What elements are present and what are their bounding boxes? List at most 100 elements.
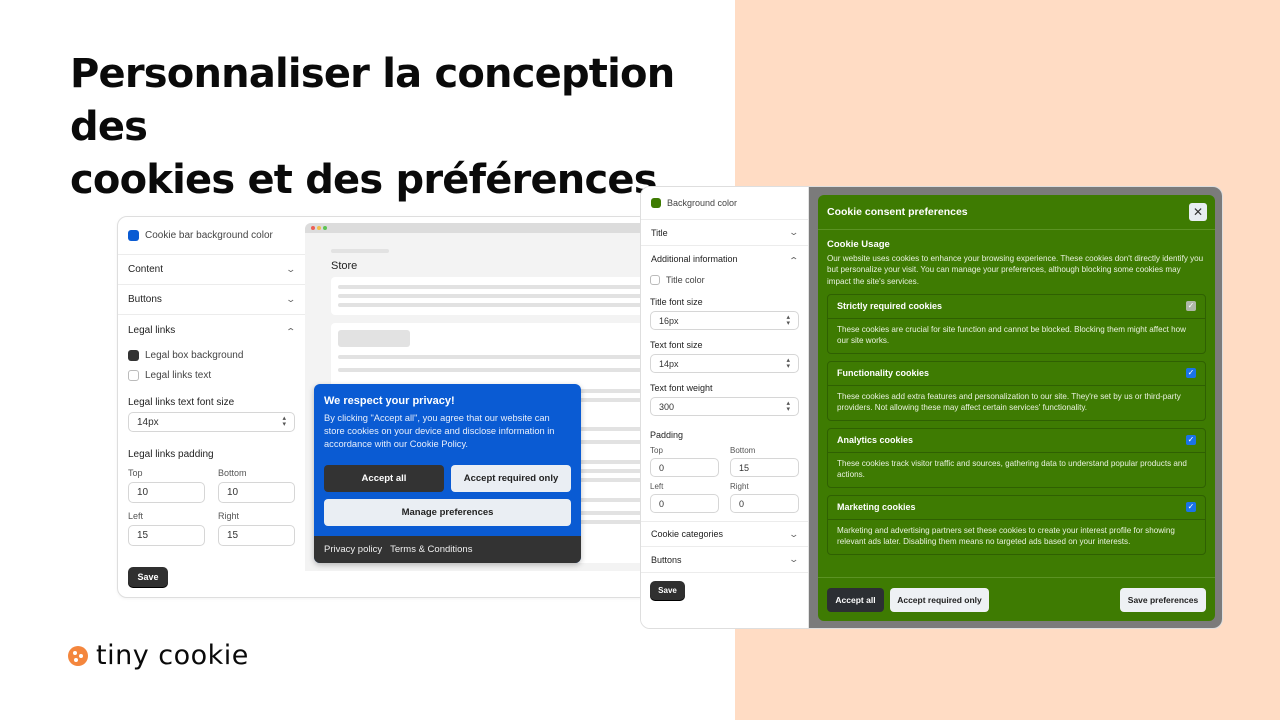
cookie-bar-title: We respect your privacy! <box>324 395 455 407</box>
text-font-weight-value: 300 <box>659 401 675 412</box>
category-name: Strictly required cookies <box>837 301 943 312</box>
section-buttons[interactable]: Buttons ⌄ <box>641 547 808 573</box>
checkbox-checked[interactable]: ✓ <box>1186 435 1196 446</box>
terms-conditions-link[interactable]: Terms & Conditions <box>390 544 472 555</box>
cookie-bar-bg-color-label: Cookie bar background color <box>145 230 273 241</box>
select-arrows-icon: ▴ ▾ <box>786 356 790 370</box>
browser-title-bar <box>305 223 648 233</box>
padding-top-input[interactable]: 0 <box>650 458 719 477</box>
close-icon[interactable]: ✕ <box>1189 203 1207 221</box>
accept-all-button[interactable]: Accept all <box>324 465 444 492</box>
category-name: Marketing cookies <box>837 502 916 513</box>
modal-bg-color-row[interactable]: Background color <box>641 187 808 220</box>
legal-links-footer: Privacy policy Terms & Conditions <box>314 536 581 563</box>
color-swatch-blue[interactable] <box>128 230 139 241</box>
padding-bottom-label: Bottom <box>218 468 247 478</box>
save-preferences-button[interactable]: Save preferences <box>1120 587 1206 612</box>
title-color-row[interactable]: Title color <box>650 272 799 288</box>
save-button[interactable]: Save <box>128 567 168 587</box>
legal-links-text-row[interactable]: Legal links text <box>128 365 295 385</box>
text-font-weight-label: Text font weight <box>650 383 713 393</box>
manage-preferences-button[interactable]: Manage preferences <box>324 499 571 526</box>
padding-left-label: Left <box>128 511 144 521</box>
modal-title: Cookie consent preferences <box>827 206 968 218</box>
cookie-usage-text: Our website uses cookies to enhance your… <box>827 254 1204 286</box>
checkbox-checked[interactable]: ✓ <box>1186 502 1196 513</box>
padding-left-input[interactable]: 0 <box>650 494 719 513</box>
store-page-title: Store <box>331 260 358 272</box>
cookie-icon <box>68 645 88 666</box>
category-name: Functionality cookies <box>837 368 930 379</box>
modal-footer: Accept all Accept required only Save pre… <box>818 577 1215 621</box>
headline-line-1: Personnaliser la conception des <box>70 51 675 150</box>
checkbox-checked[interactable]: ✓ <box>1186 368 1196 379</box>
select-arrows-icon: ▴ ▾ <box>786 313 790 327</box>
select-arrows-icon: ▴ ▾ <box>786 399 790 413</box>
title-color-label: Title color <box>666 275 705 285</box>
section-title[interactable]: Title ⌄ <box>641 220 808 246</box>
title-font-size-select[interactable]: 16px ▴ ▾ <box>650 311 799 330</box>
cookie-bar-bg-color-row[interactable]: Cookie bar background color <box>118 217 305 255</box>
padding-top-input[interactable]: 10 <box>128 482 205 503</box>
title-font-size-label: Title font size <box>650 297 703 307</box>
section-additional-information-label: Additional information <box>651 254 738 264</box>
legal-box-background-label: Legal box background <box>145 349 244 361</box>
window-minimize-dot <box>317 226 321 230</box>
legal-box-background-row[interactable]: Legal box background <box>128 345 295 365</box>
title-font-size-value: 16px <box>659 315 679 326</box>
tiny-cookie-logo: tiny cookie <box>68 640 249 671</box>
section-buttons-label: Buttons <box>128 294 162 305</box>
modal-accept-all-button[interactable]: Accept all <box>827 587 884 612</box>
category-functionality: Functionality cookies ✓ These cookies ad… <box>827 360 1206 421</box>
color-swatch-empty[interactable] <box>128 369 139 381</box>
skeleton-card-1 <box>331 277 648 315</box>
section-legal-links[interactable]: Legal links ⌄ <box>118 315 305 345</box>
padding-left-input[interactable]: 15 <box>128 525 205 546</box>
padding-right-input[interactable]: 15 <box>218 525 295 546</box>
chevron-down-icon: ⌄ <box>285 264 297 274</box>
padding-right-input[interactable]: 0 <box>730 494 799 513</box>
logo-text: tiny cookie <box>96 640 249 671</box>
preferences-editor-card: Background color Title ⌄ Additional info… <box>640 186 1223 629</box>
padding-bottom-input[interactable]: 15 <box>730 458 799 477</box>
font-size-label: Legal links text font size <box>128 397 235 408</box>
category-description: These cookies are crucial for site funct… <box>837 324 1186 346</box>
save-button[interactable]: Save <box>650 581 685 600</box>
category-strictly-required: Strictly required cookies ✓ These cookie… <box>827 293 1206 354</box>
padding-label: Padding <box>650 430 684 440</box>
window-close-dot <box>311 226 315 230</box>
section-buttons[interactable]: Buttons ⌄ <box>118 285 305 315</box>
section-content-label: Content <box>128 264 164 275</box>
padding-right-label: Right <box>218 511 240 521</box>
padding-label: Legal links padding <box>128 449 214 460</box>
padding-bottom-input[interactable]: 10 <box>218 482 295 503</box>
padding-top-label: Top <box>650 446 663 455</box>
text-font-size-select[interactable]: 14px ▴ ▾ <box>650 354 799 373</box>
text-font-size-label: Text font size <box>650 340 703 350</box>
chevron-down-icon: ⌄ <box>285 294 297 304</box>
section-buttons-label: Buttons <box>651 554 682 565</box>
chevron-up-icon: ⌄ <box>285 325 297 336</box>
section-additional-information[interactable]: Additional information ⌄ <box>641 246 808 272</box>
cookie-bar-text: By clicking "Accept all", you agree that… <box>324 413 555 449</box>
page-headline: Personnaliser la conception des cookies … <box>70 48 750 207</box>
privacy-policy-link[interactable]: Privacy policy <box>324 544 382 555</box>
category-description: These cookies track visitor traffic and … <box>837 458 1187 480</box>
accept-required-only-button[interactable]: Accept required only <box>451 465 571 492</box>
modal-backdrop: Cookie consent preferences ✕ Cookie Usag… <box>809 187 1222 628</box>
window-maximize-dot <box>323 226 327 230</box>
text-font-size-value: 14px <box>659 358 679 369</box>
font-size-value: 14px <box>137 416 159 428</box>
color-swatch-dark[interactable] <box>128 349 139 361</box>
text-font-weight-select[interactable]: 300 ▴ ▾ <box>650 397 799 416</box>
chevron-up-icon: ⌄ <box>788 254 800 265</box>
font-size-select[interactable]: 14px ▴ ▾ <box>128 412 295 432</box>
section-cookie-categories[interactable]: Cookie categories ⌄ <box>641 521 808 547</box>
chevron-down-icon: ⌄ <box>788 554 800 564</box>
section-content[interactable]: Content ⌄ <box>118 255 305 285</box>
modal-accept-required-button[interactable]: Accept required only <box>890 587 989 612</box>
color-swatch-empty[interactable] <box>650 275 660 285</box>
padding-left-label: Left <box>650 482 664 491</box>
color-swatch-green[interactable] <box>651 198 661 208</box>
preferences-settings-panel: Background color Title ⌄ Additional info… <box>641 187 809 628</box>
